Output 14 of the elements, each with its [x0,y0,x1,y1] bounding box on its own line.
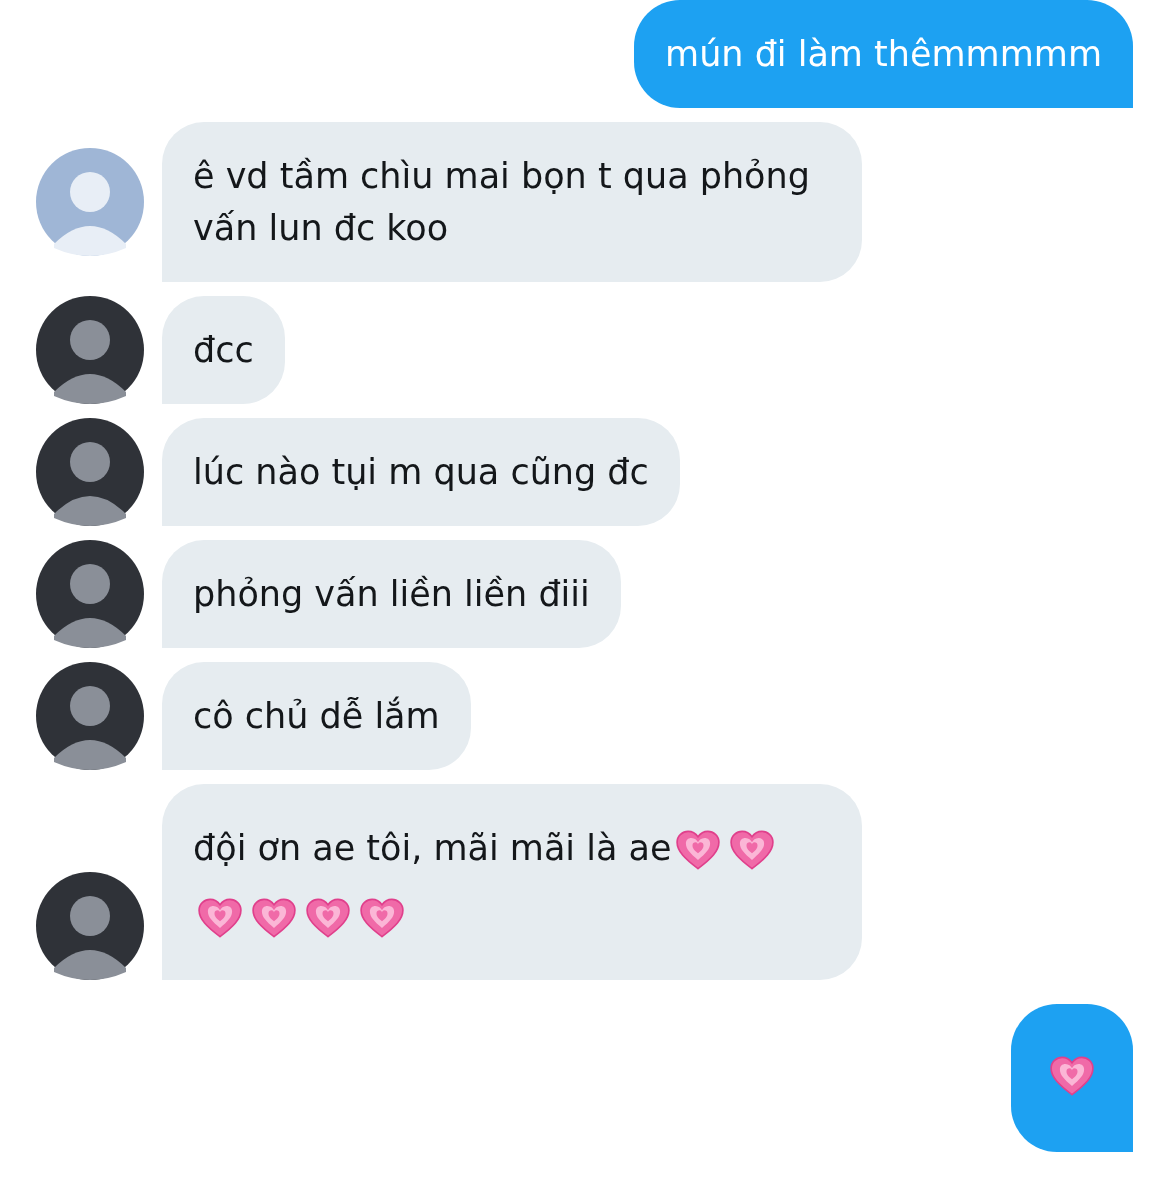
heart-icon [306,898,350,938]
heart-icon [360,898,404,938]
message-bubble: ê vd tầm chìu mai bọn t qua phỏng vấn lun đc koo [162,122,862,282]
heart-icon [1050,1056,1094,1096]
heart-icon [198,898,242,938]
heart-icon [730,830,775,870]
message-bubble: phỏng vấn liền liền điii [162,540,621,648]
message-bubble: mún đi làm thêmmmmm [634,0,1133,108]
heart-icon [252,898,296,938]
message-bubble: đội ơn ae tôi, mãi mãi là ae [162,784,862,980]
message-bubble: lúc nào tụi m qua cũng đc [162,418,680,526]
message-bubble: đcc [162,296,285,404]
message-bubble: cô chủ dễ lắm [162,662,471,770]
heart-icon [676,830,721,870]
